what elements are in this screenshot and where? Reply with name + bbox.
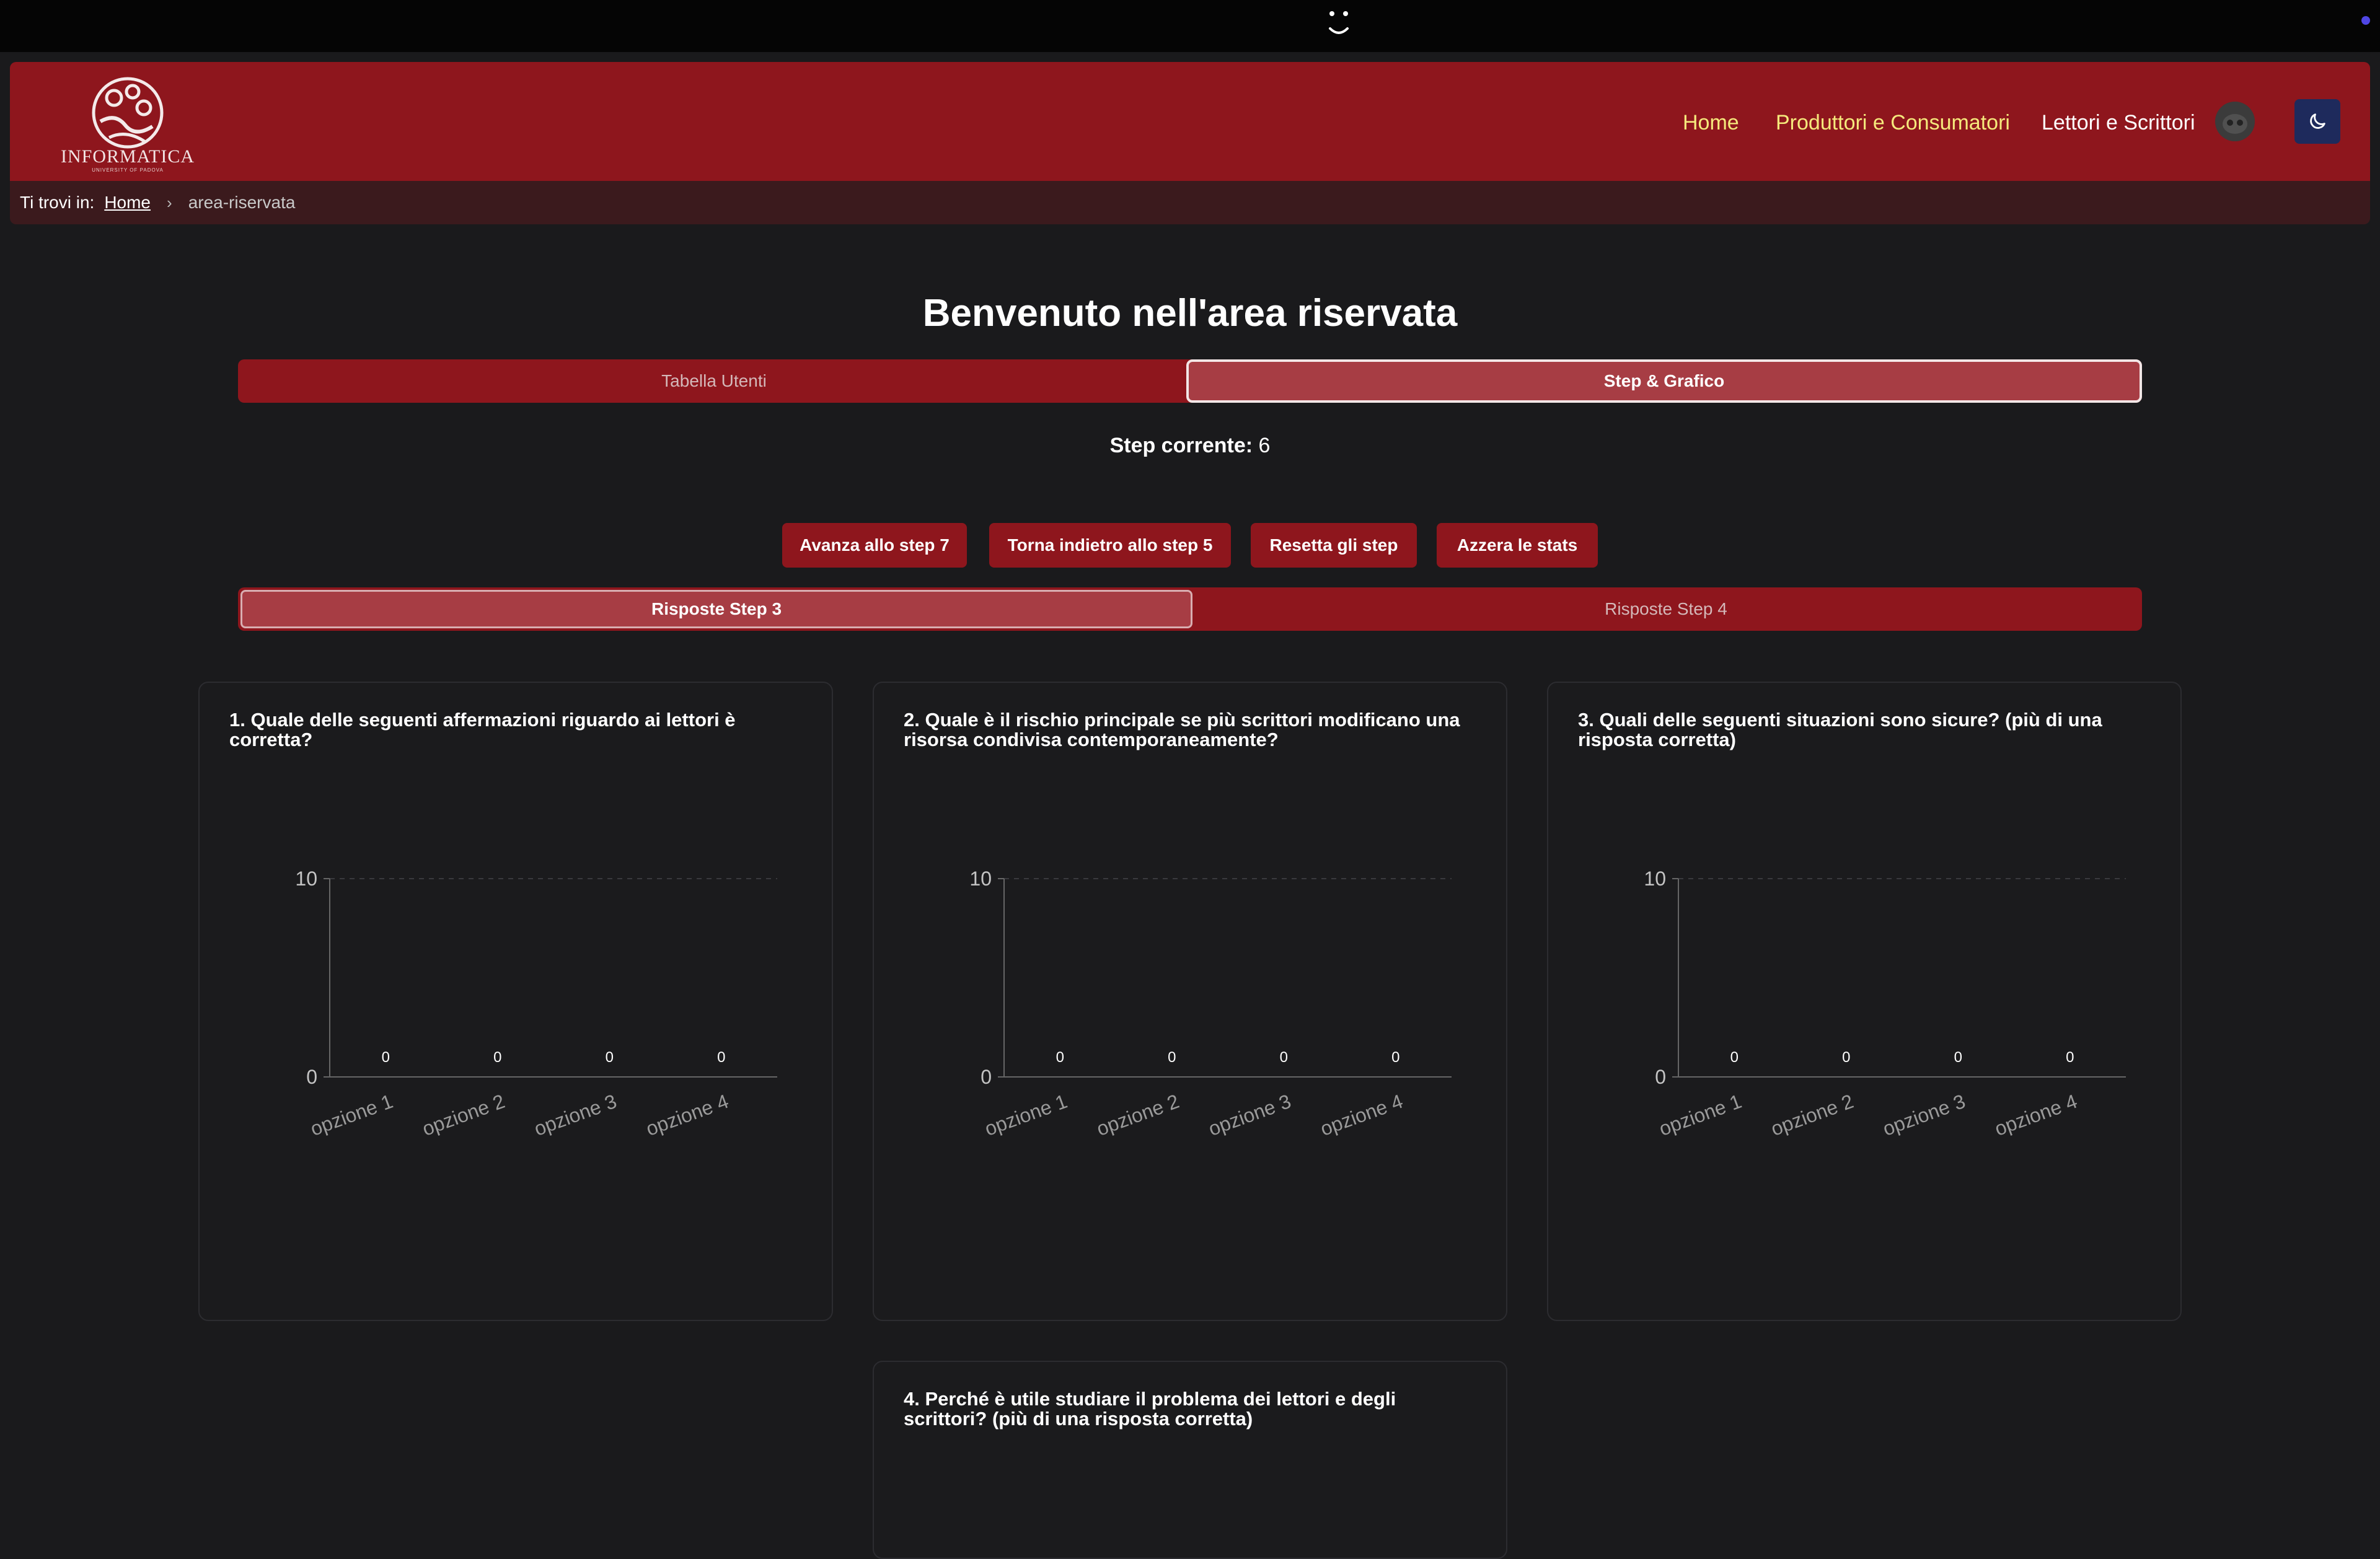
logo-text: INFORMATICA (60, 146, 195, 167)
advance-step-button[interactable]: Avanza allo step 7 (782, 523, 967, 568)
x-tick-label: opzione 2 (1768, 1090, 1856, 1140)
response-tabs: Risposte Step 3 Risposte Step 4 (238, 587, 2142, 631)
y-tick-label: 0 (1655, 1066, 1666, 1088)
tab-risposte-step-3[interactable]: Risposte Step 3 (240, 590, 1192, 628)
main-tabs: Tabella Utenti Step & Grafico (238, 359, 2142, 403)
x-tick-label: opzione 3 (1880, 1090, 1968, 1140)
data-label: 0 (2066, 1049, 2074, 1066)
question-card: 2. Quale è il rischio principale se più … (873, 682, 1507, 1321)
status-dot (2361, 16, 2370, 25)
data-label: 0 (1954, 1049, 1962, 1066)
data-label: 0 (717, 1049, 725, 1066)
data-label: 0 (1842, 1049, 1850, 1066)
tab-tabella-utenti[interactable]: Tabella Utenti (238, 359, 1190, 403)
avatar[interactable] (2215, 102, 2255, 141)
chevron-right-icon: › (167, 193, 172, 212)
x-tick-label: opzione 1 (982, 1090, 1070, 1140)
page-title: Benvenuto nell'area riservata (922, 292, 1458, 335)
nav-link-lettori-scrittori[interactable]: Lettori e Scrittori (2042, 104, 2195, 141)
y-tick-label: 10 (1644, 867, 1666, 890)
bar-chart: 0100opzione 10opzione 20opzione 30opzion… (1644, 867, 2126, 1140)
nav-link-home[interactable]: Home (1683, 104, 1739, 141)
y-tick-label: 0 (981, 1066, 992, 1088)
data-label: 0 (1168, 1049, 1176, 1066)
breadcrumb-prefix: Ti trovi in: (20, 193, 95, 212)
moon-icon (2310, 113, 2325, 129)
smiley-face-icon (1329, 11, 1349, 34)
y-tick-label: 10 (295, 867, 317, 890)
breadcrumb-current: area-riservata (188, 193, 296, 212)
x-tick-label: opzione 1 (307, 1090, 396, 1140)
x-tick-label: opzione 1 (1656, 1090, 1745, 1140)
theme-toggle-button[interactable] (2294, 99, 2340, 144)
data-label: 0 (493, 1049, 501, 1066)
current-step: Step corrente: 6 (0, 434, 2380, 458)
breadcrumb: Ti trovi in: Home › area-riservata (10, 181, 2370, 224)
navbar: INFORMATICA UNIVERSITY OF PADOVA Home Pr… (10, 62, 2370, 181)
logo-subtext: UNIVERSITY OF PADOVA (92, 167, 164, 173)
x-tick-label: opzione 3 (531, 1090, 620, 1140)
data-label: 0 (1391, 1049, 1399, 1066)
reset-stats-button[interactable]: Azzera le stats (1437, 523, 1598, 568)
breadcrumb-home-link[interactable]: Home (104, 193, 151, 213)
y-tick-label: 10 (969, 867, 992, 890)
bar-chart: 0100opzione 10opzione 20opzione 30opzion… (295, 867, 777, 1140)
tab-risposte-step-4[interactable]: Risposte Step 4 (1190, 587, 2142, 631)
data-label: 0 (606, 1049, 614, 1066)
x-tick-label: opzione 4 (1317, 1090, 1406, 1140)
step-value: 6 (1258, 434, 1271, 457)
bar-chart: 0100opzione 10opzione 20opzione 30opzion… (969, 867, 1452, 1140)
question-title: 4. Perché è utile studiare il problema d… (904, 1388, 1396, 1429)
x-tick-label: opzione 2 (419, 1090, 508, 1140)
question-card: 3. Quali delle seguenti situazioni sono … (1547, 682, 2182, 1321)
nav-link-produttori-consumatori[interactable]: Produttori e Consumatori (1776, 104, 2010, 141)
data-label: 0 (382, 1049, 390, 1066)
data-label: 0 (1056, 1049, 1064, 1066)
os-menu-bar (0, 0, 2380, 52)
previous-step-button[interactable]: Torna indietro allo step 5 (989, 523, 1231, 568)
x-tick-label: opzione 4 (643, 1090, 731, 1140)
x-tick-label: opzione 4 (1991, 1090, 2080, 1140)
y-tick-label: 0 (306, 1066, 317, 1088)
user-avatar-icon (2215, 102, 2255, 141)
x-tick-label: opzione 2 (1093, 1090, 1182, 1140)
data-label: 0 (1280, 1049, 1288, 1066)
step-actions: Avanza allo step 7 Torna indietro allo s… (0, 523, 2380, 568)
reset-steps-button[interactable]: Resetta gli step (1251, 523, 1417, 568)
question-card: 1. Quale delle seguenti affermazioni rig… (198, 682, 833, 1321)
x-tick-label: opzione 3 (1205, 1090, 1294, 1140)
tab-step-grafico[interactable]: Step & Grafico (1186, 359, 2142, 403)
data-label: 0 (1730, 1049, 1739, 1066)
step-label: Step corrente: (1109, 434, 1253, 457)
question-card: 4. Perché è utile studiare il problema d… (873, 1361, 1507, 1559)
